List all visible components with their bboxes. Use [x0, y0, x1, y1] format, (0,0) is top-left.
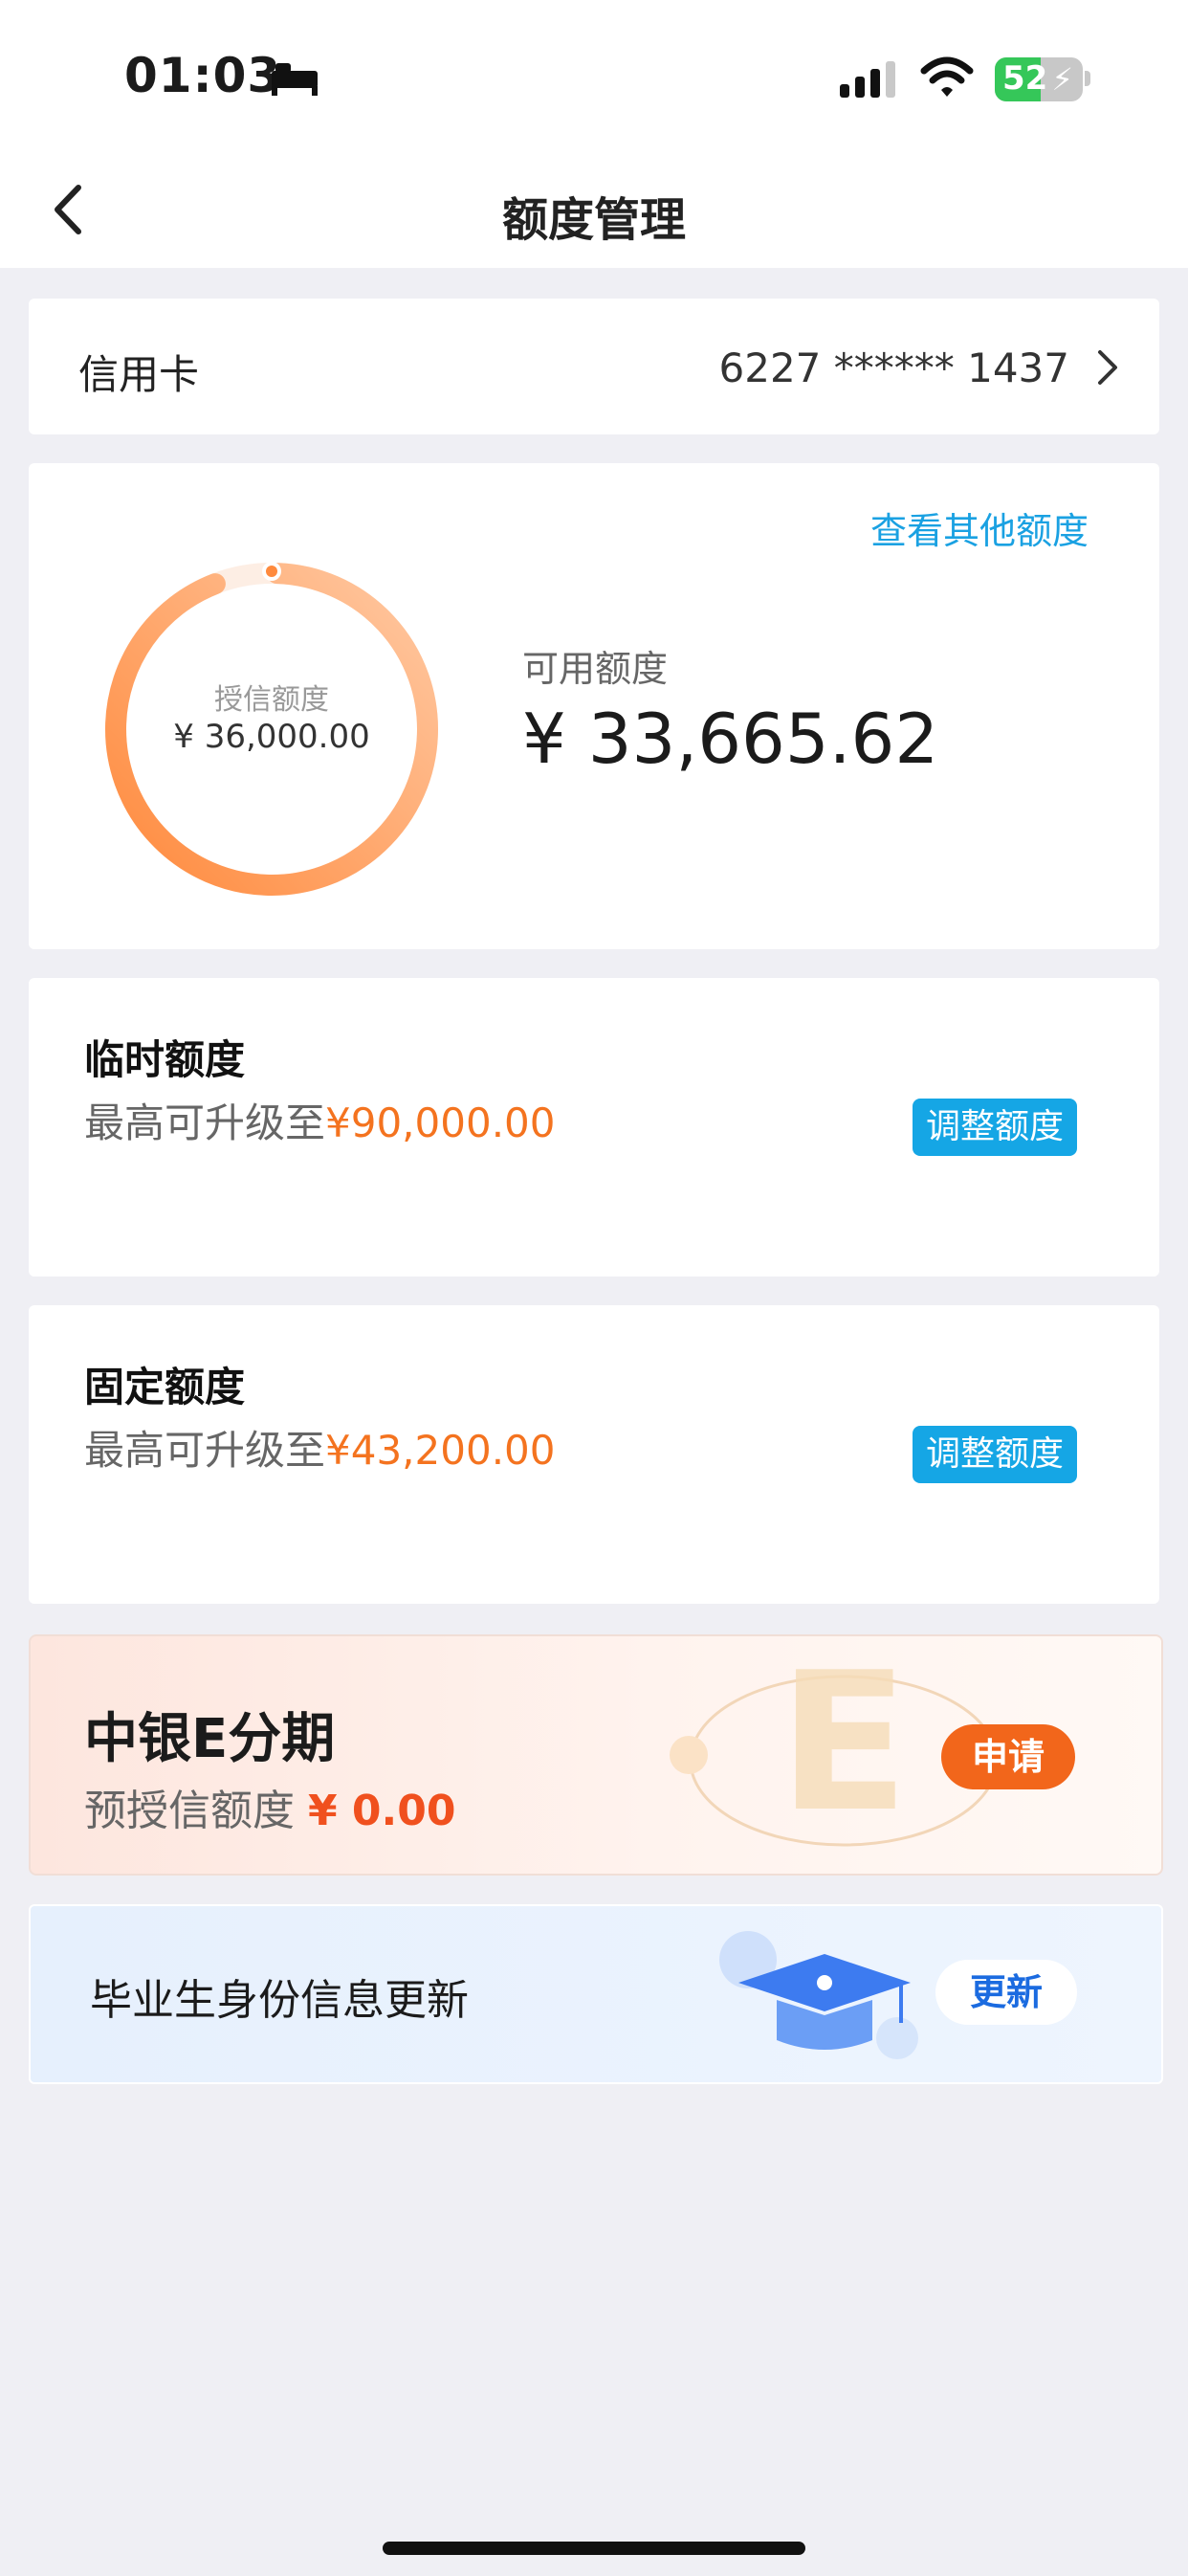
e-installment-title: 中银E分期	[84, 1708, 336, 1770]
card-type-label: 信用卡	[78, 351, 200, 398]
max-prefix: 最高可升级至	[84, 1427, 326, 1474]
fixed-limit-max: 最高可升级至¥43,200.00	[84, 1418, 556, 1477]
home-indicator[interactable]	[383, 2542, 805, 2555]
available-limit-label: 可用额度	[522, 648, 669, 690]
view-other-limits-link[interactable]: 查看其他额度	[870, 501, 1089, 554]
card-selector[interactable]: 信用卡 6227 ****** 1437	[29, 299, 1159, 434]
pre-approved-amount: ¥ 0.00	[308, 1787, 456, 1835]
svg-text:E: E	[779, 1636, 910, 1854]
sleep-focus-icon	[272, 63, 318, 96]
pre-approved-limit: 预授信额度 ¥ 0.00	[84, 1776, 456, 1837]
max-prefix: 最高可升级至	[84, 1099, 326, 1146]
available-limit-value: ¥ 33,665.62	[522, 699, 939, 779]
battery-indicator: 52 ⚡	[995, 57, 1083, 101]
temporary-limit-card: 临时额度 最高可升级至¥90,000.00 调整额度	[29, 978, 1159, 1277]
cellular-signal-icon	[840, 61, 895, 98]
max-amount: ¥90,000.00	[325, 1099, 556, 1146]
graduation-cap-icon	[719, 1931, 918, 2059]
status-time: 01:03	[124, 48, 282, 103]
battery-tip	[1085, 71, 1090, 86]
card-number: 6227 ****** 1437	[718, 344, 1069, 391]
temporary-limit-max: 最高可升级至¥90,000.00	[84, 1091, 556, 1149]
update-button[interactable]: 更新	[935, 1960, 1077, 2025]
wifi-icon	[920, 56, 974, 97]
fixed-limit-card: 固定额度 最高可升级至¥43,200.00 调整额度	[29, 1305, 1159, 1604]
credit-limit-overview: 查看其他额度 授信额度 ¥ 36,000.00 可用额度 ¥ 33,665.62	[29, 463, 1159, 949]
graduate-info-title: 毕业生身份信息更新	[90, 1976, 469, 2025]
pre-approved-label: 预授信额度	[84, 1787, 295, 1835]
e-installment-banner[interactable]: E 中银E分期 预授信额度 ¥ 0.00 申请	[29, 1634, 1163, 1876]
fixed-limit-title: 固定额度	[84, 1364, 246, 1410]
graduate-info-banner[interactable]: 毕业生身份信息更新 更新	[29, 1904, 1163, 2084]
battery-percent: 52	[1002, 59, 1048, 98]
chevron-right-icon	[1098, 350, 1117, 385]
max-amount: ¥43,200.00	[325, 1427, 556, 1474]
granted-limit-label: 授信额度	[214, 683, 329, 717]
page-title: 额度管理	[501, 193, 686, 247]
adjust-temporary-limit-button[interactable]: 调整额度	[913, 1099, 1077, 1156]
granted-limit-value: ¥ 36,000.00	[173, 718, 370, 756]
apply-button[interactable]: 申请	[941, 1724, 1075, 1789]
charging-bolt-icon: ⚡	[1051, 61, 1073, 98]
adjust-fixed-limit-button[interactable]: 调整额度	[913, 1426, 1077, 1483]
temporary-limit-title: 临时额度	[84, 1036, 246, 1083]
